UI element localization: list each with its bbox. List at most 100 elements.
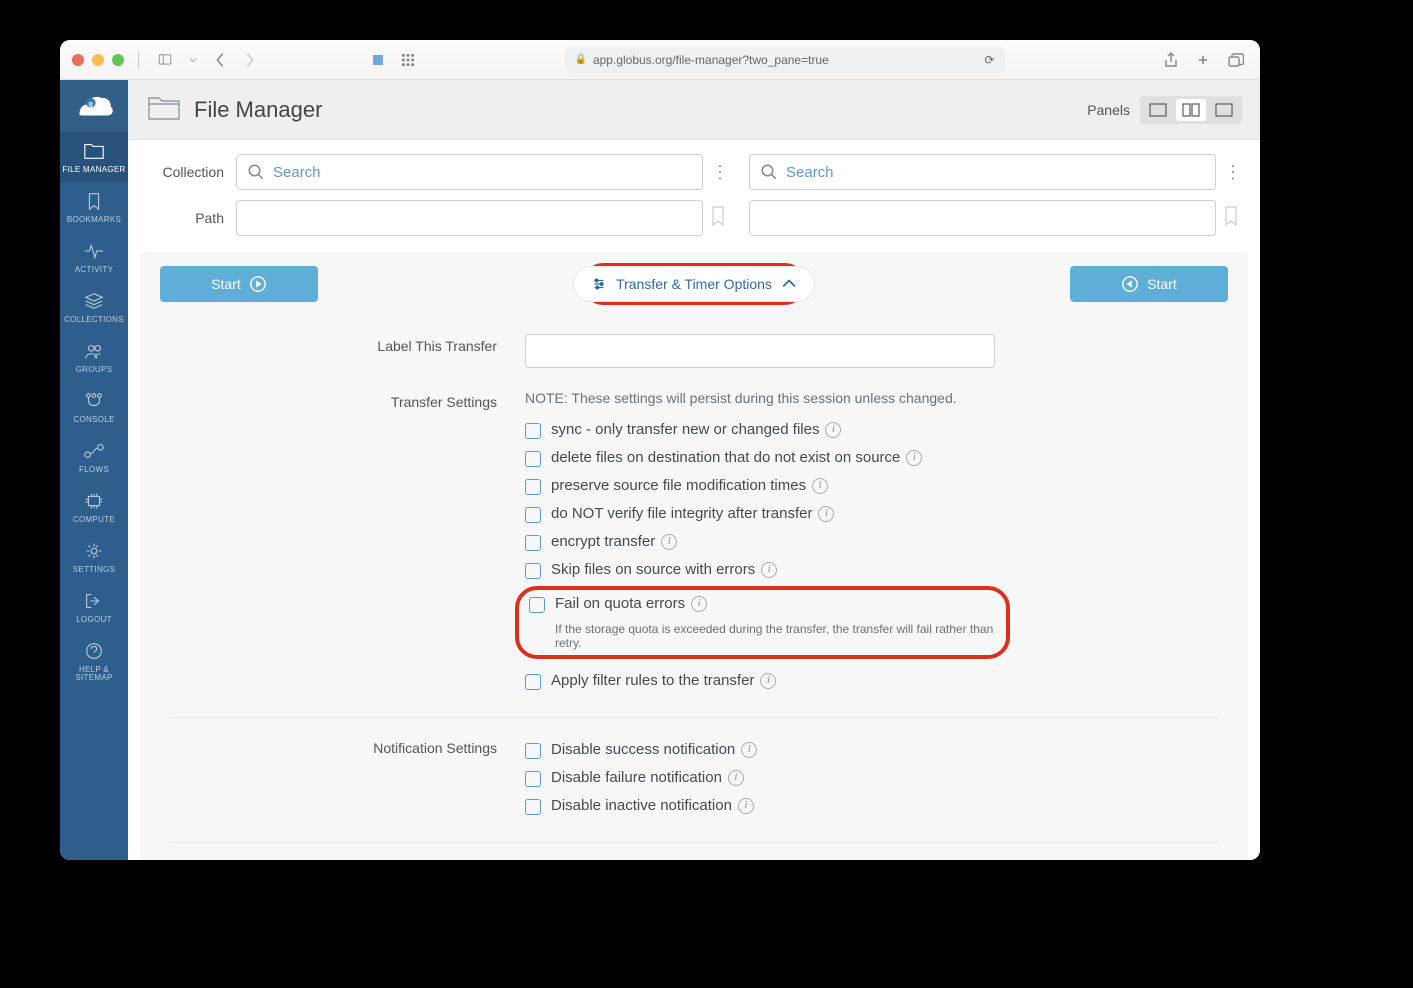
check-encrypt: encrypt transferi <box>525 528 1218 556</box>
reload-icon[interactable]: ⟳ <box>984 53 994 67</box>
apps-icon[interactable] <box>397 53 419 67</box>
check-skip-errors: Skip files on source with errorsi <box>525 556 1218 584</box>
notification-settings-label: Notification Settings <box>170 736 525 820</box>
collection-menu-right[interactable]: ⋮ <box>1224 162 1242 183</box>
back-button[interactable] <box>209 53 231 67</box>
collection-label: Collection <box>146 164 224 180</box>
sidebar-item-groups[interactable]: GROUPS <box>60 332 128 382</box>
check-sync: sync - only transfer new or changed file… <box>525 416 1218 444</box>
chevron-up-icon <box>782 277 796 291</box>
collection-search-right[interactable] <box>749 154 1216 190</box>
search-icon <box>247 163 265 181</box>
new-tab-icon[interactable] <box>1192 52 1214 68</box>
info-icon[interactable]: i <box>738 798 754 814</box>
sidebar-item-help[interactable]: HELP & SITEMAP <box>60 632 128 690</box>
sidebar-item-compute[interactable]: COMPUTE <box>60 482 128 532</box>
collection-input-right[interactable] <box>786 164 1205 181</box>
play-left-icon <box>1121 275 1139 293</box>
sidebar-item-settings[interactable]: SETTINGS <box>60 532 128 582</box>
forward-button[interactable] <box>239 53 261 67</box>
share-icon[interactable] <box>1160 52 1182 68</box>
sidebar-item-logout[interactable]: LOGOUT <box>60 582 128 632</box>
checkbox-disable-success[interactable] <box>525 743 541 759</box>
collection-search-left[interactable] <box>236 154 703 190</box>
path-input-right-wrap <box>749 200 1216 236</box>
sidebar-toggle-icon[interactable] <box>153 53 177 67</box>
checkbox-sync[interactable] <box>525 423 541 439</box>
checkbox-skip-errors[interactable] <box>525 563 541 579</box>
fail-quota-help: If the storage quota is exceeded during … <box>555 622 996 650</box>
bookmark-right[interactable] <box>1224 206 1242 231</box>
lock-icon: 🔒 <box>575 54 587 65</box>
check-fail-quota: Fail on quota errorsi If the storage quo… <box>529 595 996 650</box>
info-icon[interactable]: i <box>741 742 757 758</box>
search-icon <box>760 163 778 181</box>
panel-single[interactable] <box>1143 99 1173 121</box>
check-filter: Apply filter rules to the transferi <box>525 667 1218 695</box>
checkbox-filter[interactable] <box>525 674 541 690</box>
check-no-verify: do NOT verify file integrity after trans… <box>525 500 1218 528</box>
panel-right[interactable] <box>1209 99 1239 121</box>
sidebar-item-file-manager[interactable]: FILE MANAGER <box>60 132 128 182</box>
transfer-options-toggle[interactable]: Transfer & Timer Options <box>573 266 815 302</box>
start-button-left[interactable]: Start <box>160 266 318 302</box>
panels-label: Panels <box>1087 102 1130 118</box>
nav-sidebar: g FILE MANAGER BOOKMARKS ACTIVITY COLLEC… <box>60 80 128 860</box>
checkbox-disable-inactive[interactable] <box>525 799 541 815</box>
collection-menu-left[interactable]: ⋮ <box>711 162 729 183</box>
path-input-right[interactable] <box>760 210 1205 227</box>
close-window[interactable] <box>72 54 84 66</box>
info-icon[interactable]: i <box>761 562 777 578</box>
path-label: Path <box>146 210 224 226</box>
chevron-down-icon[interactable] <box>185 56 201 64</box>
checkbox-disable-failure[interactable] <box>525 771 541 787</box>
highlight-fail-quota: Fail on quota errorsi If the storage quo… <box>515 586 1010 659</box>
sidebar-item-flows[interactable]: FLOWS <box>60 432 128 482</box>
checkbox-preserve[interactable] <box>525 479 541 495</box>
start-button-right[interactable]: Start <box>1070 266 1228 302</box>
sidebar-item-console[interactable]: CONSOLE <box>60 382 128 432</box>
check-disable-failure: Disable failure notificationi <box>525 764 1218 792</box>
sidebar-item-collections[interactable]: COLLECTIONS <box>60 282 128 332</box>
checkbox-fail-quota[interactable] <box>529 597 545 613</box>
collection-input-left[interactable] <box>273 164 692 181</box>
globus-logo[interactable]: g <box>60 80 128 132</box>
info-icon[interactable]: i <box>906 450 922 466</box>
panel-split[interactable] <box>1176 99 1206 121</box>
browser-chrome: 🔒 app.globus.org/file-manager?two_pane=t… <box>60 40 1260 80</box>
play-right-icon <box>249 275 267 293</box>
bookmark-left[interactable] <box>711 206 729 231</box>
info-icon[interactable]: i <box>691 596 707 612</box>
checkbox-no-verify[interactable] <box>525 507 541 523</box>
sidebar-item-activity[interactable]: ACTIVITY <box>60 232 128 282</box>
label-transfer-input[interactable] <box>525 334 995 368</box>
extension-icon[interactable] <box>367 53 389 67</box>
info-icon[interactable]: i <box>818 506 834 522</box>
svg-text:g: g <box>89 100 94 108</box>
path-input-left[interactable] <box>247 210 692 227</box>
options-panel: Start Transfer & Timer Options Start <box>140 252 1248 860</box>
check-delete: delete files on destination that do not … <box>525 444 1218 472</box>
info-icon[interactable]: i <box>812 478 828 494</box>
info-icon[interactable]: i <box>760 673 776 689</box>
url-text: app.globus.org/file-manager?two_pane=tru… <box>593 53 829 67</box>
page-title: File Manager <box>194 97 322 123</box>
minimize-window[interactable] <box>92 54 104 66</box>
check-disable-success: Disable success notificationi <box>525 736 1218 764</box>
info-icon[interactable]: i <box>661 534 677 550</box>
info-icon[interactable]: i <box>825 422 841 438</box>
window-controls <box>72 54 124 66</box>
folder-icon <box>146 92 182 127</box>
info-icon[interactable]: i <box>728 770 744 786</box>
path-input-left-wrap <box>236 200 703 236</box>
divider <box>170 842 1218 843</box>
zoom-window[interactable] <box>112 54 124 66</box>
checkbox-encrypt[interactable] <box>525 535 541 551</box>
check-preserve: preserve source file modification timesi <box>525 472 1218 500</box>
checkbox-delete[interactable] <box>525 451 541 467</box>
tabs-icon[interactable] <box>1224 52 1248 68</box>
sidebar-item-bookmarks[interactable]: BOOKMARKS <box>60 182 128 232</box>
check-disable-inactive: Disable inactive notificationi <box>525 792 1218 820</box>
url-bar[interactable]: 🔒 app.globus.org/file-manager?two_pane=t… <box>565 47 1005 73</box>
transfer-settings-label: Transfer Settings <box>170 390 525 695</box>
